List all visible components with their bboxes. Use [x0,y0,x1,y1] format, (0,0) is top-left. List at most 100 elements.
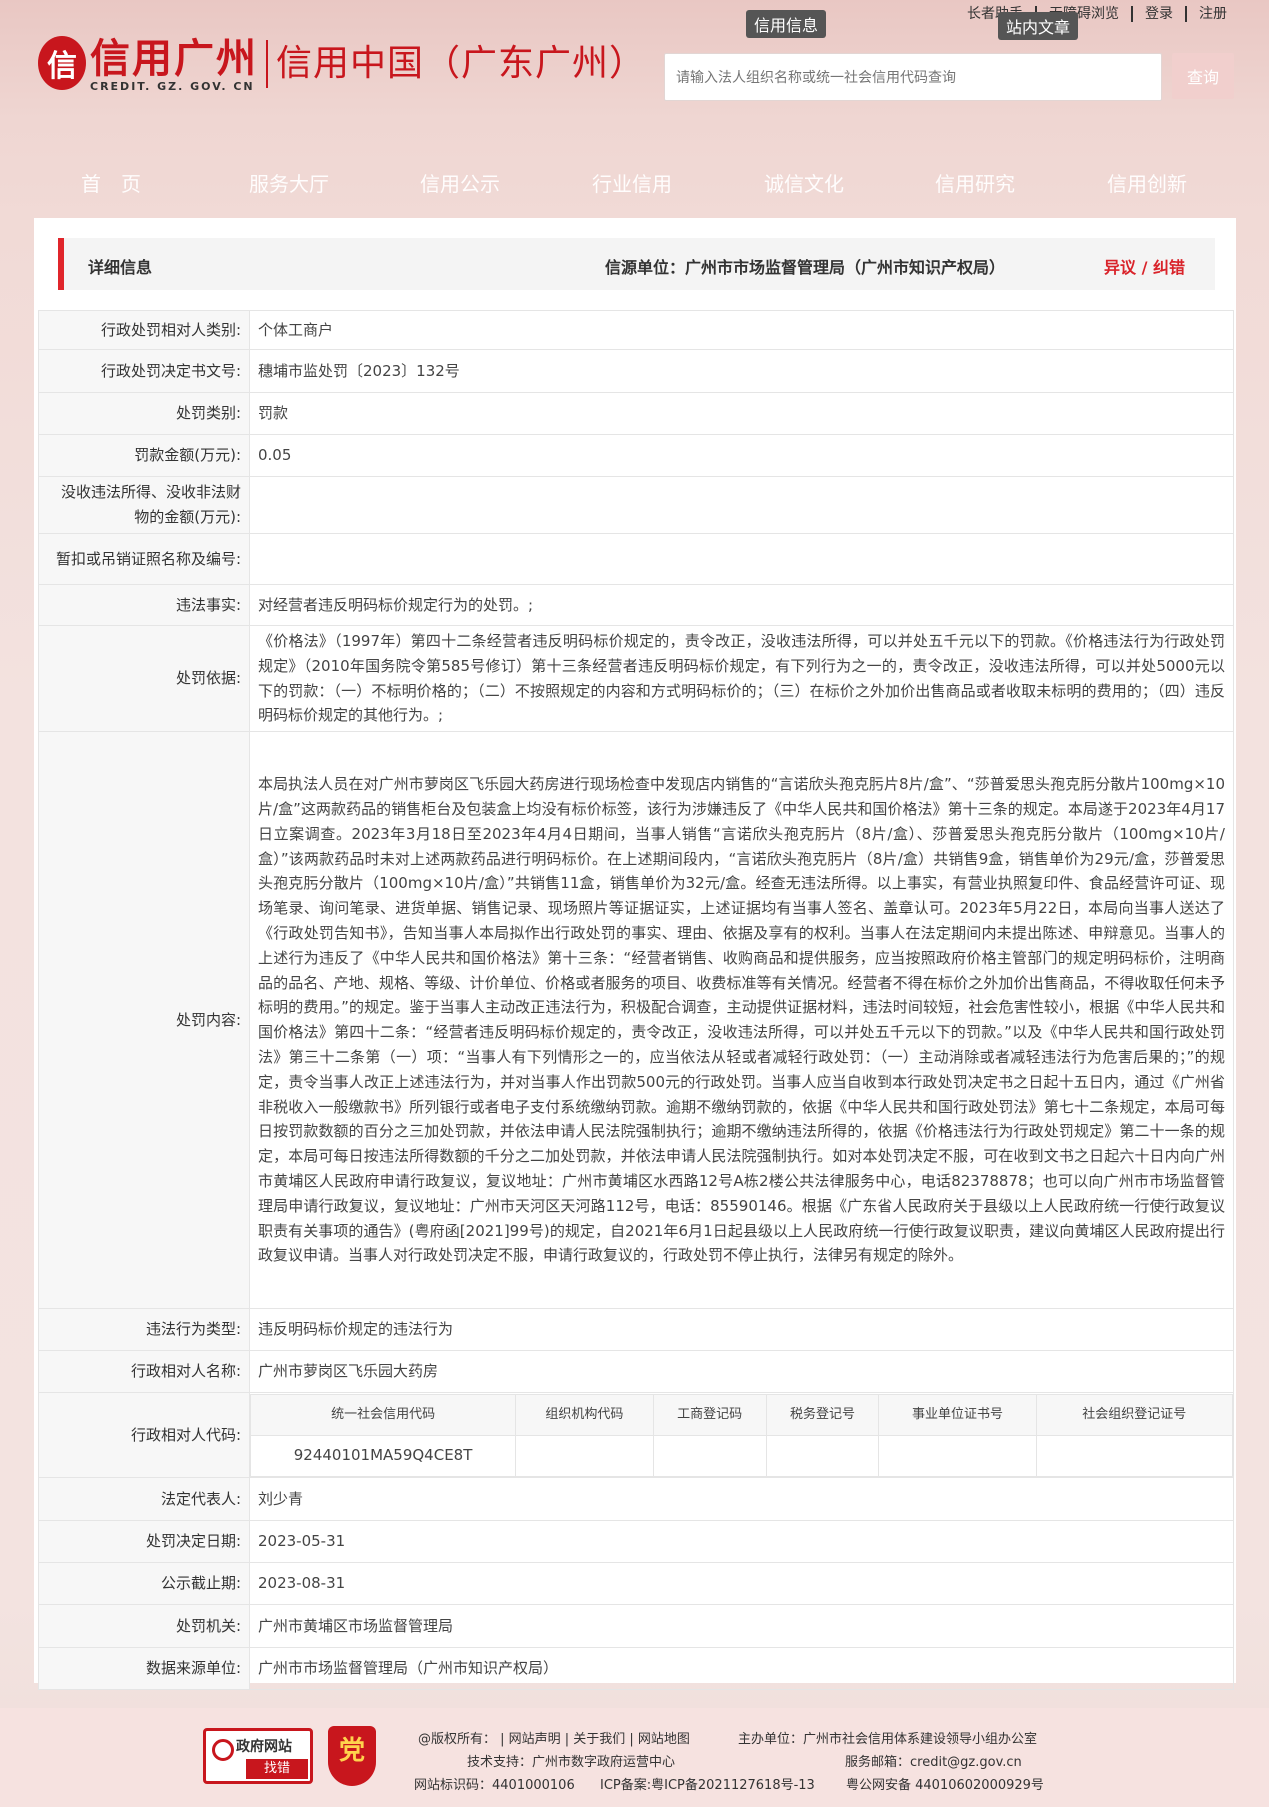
table-row: 行政相对人名称: 广州市萝岗区飞乐园大药房 [38,1350,1234,1394]
code-header: 统一社会信用代码 [249,1393,517,1436]
table-row: 暂扣或吊销证照名称及编号: [38,533,1234,585]
row-label: 暂扣或吊销证照名称及编号: [38,533,250,585]
nav-service-hall[interactable]: 服务大厅 [249,168,329,197]
top-bar: 长者助手 无障碍浏览 登录 注册 信用信息 站内文章 [0,0,1269,40]
row-value: 穗埔市监处罚〔2023〕132号 [249,349,1234,393]
site-name: 信用中国（广东广州） [276,43,647,84]
row-label: 处罚决定日期: [38,1520,250,1564]
code-header-row: 统一社会信用代码 组织机构代码 工商登记码 税务登记号 事业单位证书号 社会组织… [249,1393,1234,1436]
code-header: 税务登记号 [765,1393,880,1436]
row-value: 对经营者违反明码标价规定行为的处罚。; [249,584,1234,626]
nav-industry-credit[interactable]: 行业信用 [592,168,672,197]
row-label: 违法事实: [38,584,250,626]
row-value [249,476,1234,534]
nav-home[interactable]: 首 页 [81,168,141,197]
footer-organizer: 主办单位：广州市社会信用体系建设领导小组办公室 [738,1732,1038,1747]
code-value [878,1434,1037,1477]
detail-panel: 详细信息 信源单位：广州市市场监督管理局（广州市知识产权局） 异议 / 纠错 行… [34,218,1236,1691]
row-label: 违法行为类型: [38,1308,250,1352]
footer-police-record[interactable]: 粤公网安备 44010602000929号 [846,1774,1044,1793]
row-value: 罚款 [249,392,1234,435]
row-label: 法定代表人: [38,1477,250,1522]
footer-email: 服务邮箱：credit@gz.gov.cn [845,1755,1022,1770]
footer-site-id: 网站标识码：4401000106 [414,1778,575,1793]
site-logo[interactable]: 信 信用广州 CREDIT. GZ. GOV. CN 信用中国（广东广州） [38,36,646,98]
code-header: 事业单位证书号 [878,1393,1037,1436]
detail-title: 详细信息 [88,258,153,277]
table-row: 处罚类别: 罚款 [38,392,1234,435]
nav-credit-research[interactable]: 信用研究 [935,168,1015,197]
code-value [1035,1434,1234,1477]
row-value: 2023-05-31 [249,1520,1234,1564]
table-row: 违法事实: 对经营者违反明码标价规定行为的处罚。; [38,584,1234,626]
table-row: 数据来源单位: 广州市市场监督管理局（广州市知识产权局） [38,1647,1234,1691]
code-value [515,1434,654,1477]
row-label: 处罚机关: [38,1604,250,1649]
row-label: 公示截止期: [38,1562,250,1606]
table-row: 行政相对人代码: 统一社会信用代码 组织机构代码 工商登记码 税务登记号 事业单… [38,1392,1234,1479]
row-value: 2023-08-31 [249,1562,1234,1606]
code-header: 社会组织登记证号 [1035,1393,1234,1436]
row-value: 广州市萝岗区飞乐园大药房 [249,1350,1234,1394]
register-link[interactable]: 注册 [1187,6,1239,22]
table-row: 行政处罚相对人类别: 个体工商户 [38,310,1234,350]
nav-integrity-culture[interactable]: 诚信文化 [764,168,844,197]
search-input[interactable] [664,53,1162,101]
row-label: 行政相对人代码: [38,1392,250,1479]
row-value: 违反明码标价规定的违法行为 [249,1308,1234,1352]
nav-credit-publicity[interactable]: 信用公示 [420,168,500,197]
party-emblem-icon[interactable]: 党 [328,1726,376,1786]
detail-table: 行政处罚相对人类别: 个体工商户 行政处罚决定书文号: 穗埔市监处罚〔2023〕… [38,310,1234,1691]
row-label: 行政相对人名称: [38,1350,250,1394]
credit-info-tooltip[interactable]: 信用信息 [746,10,827,38]
table-row: 罚款金额(万元): 0.05 [38,434,1234,477]
detail-header: 详细信息 信源单位：广州市市场监督管理局（广州市知识产权局） 异议 / 纠错 [58,238,1215,290]
table-row: 处罚机关: 广州市黄埔区市场监督管理局 [38,1604,1234,1649]
objection-link[interactable]: 异议 / 纠错 [1104,254,1185,278]
table-row: 法定代表人: 刘少青 [38,1477,1234,1522]
nav-credit-innovation[interactable]: 信用创新 [1107,168,1187,197]
row-value: 个体工商户 [249,310,1234,350]
table-row: 处罚依据: 《价格法》（1997年）第四十二条经营者违反明码标价规定的，责令改正… [38,624,1234,733]
row-label: 数据来源单位: [38,1647,250,1691]
code-value-row: 92440101MA59Q4CE8T [249,1434,1234,1477]
row-value: 广州市市场监督管理局（广州市知识产权局） [249,1647,1234,1691]
credit-code-value: 92440101MA59Q4CE8T [249,1434,517,1477]
row-value: 刘少青 [249,1477,1234,1522]
badge-button: 找错 [246,1759,308,1779]
logo-domain: CREDIT. GZ. GOV. CN [90,80,255,93]
table-row: 公示截止期: 2023-08-31 [38,1562,1234,1606]
row-label: 行政处罚决定书文号: [38,349,250,393]
badge-title: 政府网站 [236,1739,292,1755]
row-value: 0.05 [249,434,1234,477]
footer-tech-support: 技术支持：广州市数字政府运营中心 [467,1755,676,1770]
row-label: 处罚依据: [38,624,250,733]
footer: 政府网站 找错 党 @版权所有： | 网站声明 | 关于我们 | 网站地图 主办… [0,1708,1269,1807]
footer-links[interactable]: @版权所有： | 网站声明 | 关于我们 | 网站地图 [418,1728,690,1747]
row-value: 广州市黄埔区市场监督管理局 [249,1604,1234,1649]
row-label: 罚款金额(万元): [38,434,250,477]
logo-mark: 信 [38,36,86,90]
footer-icp[interactable]: ICP备案:粤ICP备2021127618号-13 [600,1774,815,1793]
row-label: 没收违法所得、没收非法财物的金额(万元): [38,476,250,534]
code-value [652,1434,767,1477]
site-articles-tooltip[interactable]: 站内文章 [998,12,1079,40]
table-row: 处罚决定日期: 2023-05-31 [38,1520,1234,1564]
gov-site-error-badge[interactable]: 政府网站 找错 [203,1728,313,1784]
table-row: 行政处罚决定书文号: 穗埔市监处罚〔2023〕132号 [38,349,1234,393]
login-link[interactable]: 登录 [1133,6,1187,22]
logo-name: 信用广州 [90,35,258,82]
source-unit: 信源单位：广州市市场监督管理局（广州市知识产权局） [605,258,1006,277]
search-button[interactable]: 查询 [1172,53,1234,99]
code-value [765,1434,880,1477]
code-table: 统一社会信用代码 组织机构代码 工商登记码 税务登记号 事业单位证书号 社会组织… [249,1393,1234,1477]
code-header: 组织机构代码 [515,1393,654,1436]
row-label: 处罚内容: [38,731,250,1310]
code-cell: 统一社会信用代码 组织机构代码 工商登记码 税务登记号 事业单位证书号 社会组织… [249,1392,1234,1479]
row-label: 行政处罚相对人类别: [38,310,250,350]
magnifier-icon [212,1739,234,1761]
table-row: 违法行为类型: 违反明码标价规定的违法行为 [38,1308,1234,1352]
row-label: 处罚类别: [38,392,250,435]
table-row: 没收违法所得、没收非法财物的金额(万元): [38,476,1234,534]
row-value: 《价格法》（1997年）第四十二条经营者违反明码标价规定的，责令改正，没收违法所… [249,624,1234,733]
